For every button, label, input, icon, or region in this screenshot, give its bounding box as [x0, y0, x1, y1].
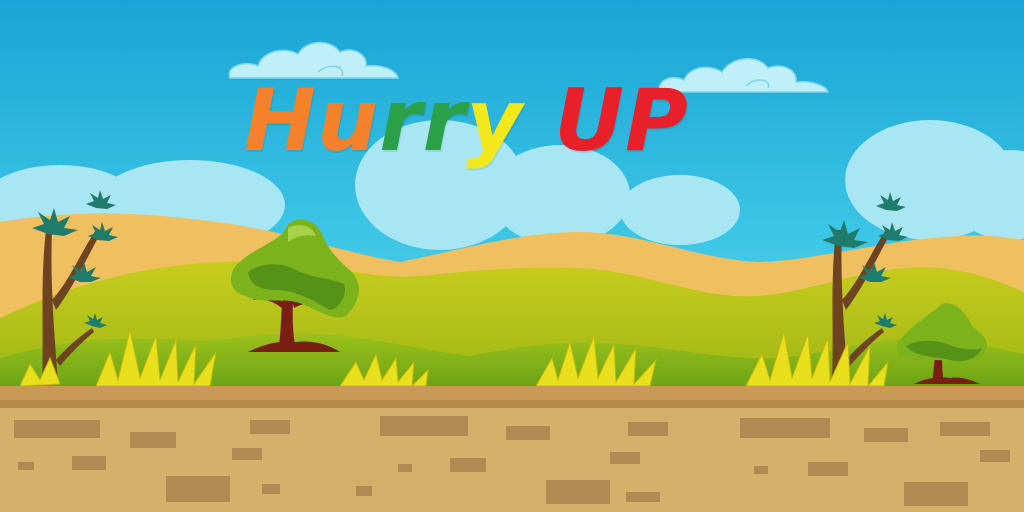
- title-letter: r: [379, 71, 423, 171]
- title-letter: H: [244, 71, 317, 171]
- game-title: Hurry UP: [244, 78, 689, 164]
- title-letter: [523, 78, 554, 164]
- ground-stripe: [0, 400, 1024, 408]
- game-scene: Hurry UP: [0, 0, 1024, 512]
- ground: [0, 408, 1024, 512]
- ground-top-edge: [0, 386, 1024, 402]
- title-letter: U: [554, 71, 625, 171]
- title-letter: u: [316, 71, 380, 171]
- title-letter: y: [466, 71, 524, 171]
- title-letter: r: [422, 71, 467, 171]
- title-letter: P: [624, 71, 689, 171]
